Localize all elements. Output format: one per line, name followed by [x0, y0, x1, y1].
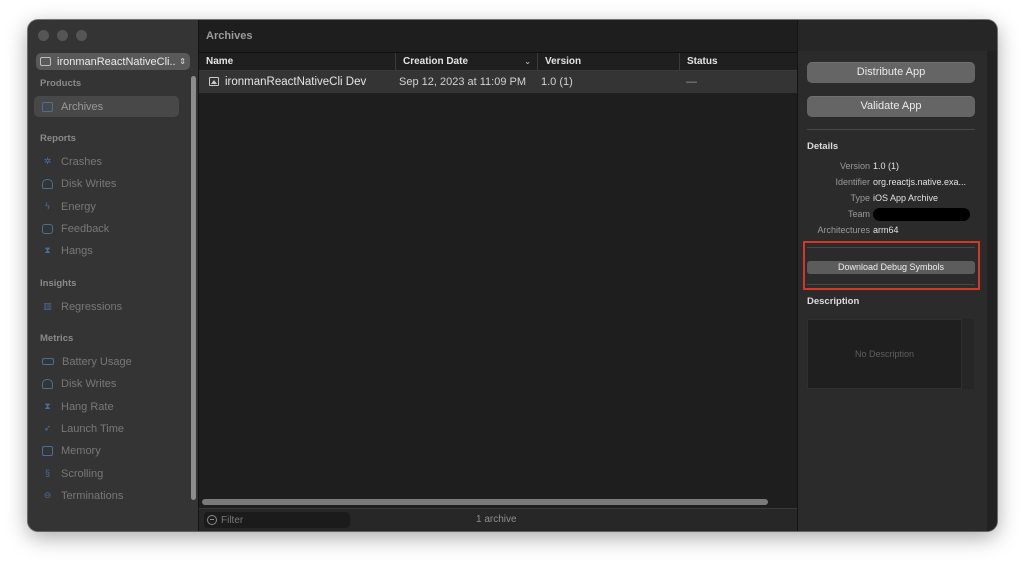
- hourglass-icon: ⧗: [44, 401, 51, 411]
- description-placeholder: No Description: [854, 349, 915, 359]
- description-heading: Description: [807, 296, 860, 307]
- column-header-version[interactable]: Version: [537, 53, 679, 71]
- close-window-button[interactable]: [38, 30, 49, 41]
- table-header: Name Creation Date ⌄ Version Status: [199, 52, 797, 71]
- detail-identifier: Identifier org.reactjs.native.exa...: [835, 177, 967, 187]
- sidebar-item-label: Terminations: [61, 489, 124, 502]
- distribute-app-button[interactable]: Distribute App: [807, 62, 975, 83]
- table-row[interactable]: ironmanReactNativeCli Dev Sep 12, 2023 a…: [199, 71, 797, 93]
- sidebar-scrollbar[interactable]: [191, 76, 196, 500]
- app-selector-popup[interactable]: ironmanReactNativeCli... ⇕: [36, 53, 190, 70]
- app-icon: [40, 57, 51, 66]
- sidebar-item-label: Disk Writes: [61, 377, 117, 390]
- sidebar-item-label: Regressions: [61, 300, 123, 313]
- sidebar-item-label: Hang Rate: [61, 400, 114, 413]
- sidebar-item-launch-time[interactable]: ➶ Launch Time: [34, 418, 179, 439]
- sidebar-item-label: Disk Writes: [61, 177, 117, 190]
- sidebar-item-terminations[interactable]: ⊖ Terminations: [34, 485, 179, 506]
- zoom-window-button[interactable]: [76, 30, 87, 41]
- scroll-icon: §: [44, 468, 50, 478]
- sidebar-item-regressions[interactable]: ▥ Regressions: [34, 296, 179, 317]
- sidebar-item-memory[interactable]: Memory: [34, 440, 179, 461]
- version-cell: 1.0 (1): [541, 76, 573, 88]
- column-header-creation-date[interactable]: Creation Date ⌄: [395, 53, 537, 71]
- archive-name-cell: ironmanReactNativeCli Dev: [209, 71, 366, 93]
- sidebar-item-feedback[interactable]: Feedback: [34, 218, 179, 239]
- sidebar-item-label: Battery Usage: [62, 355, 132, 368]
- inspector-toolbar: [798, 20, 997, 51]
- archive-count: 1 archive: [476, 514, 517, 525]
- bar-chart-icon: ▥: [43, 301, 52, 311]
- detail-team: Team: [798, 207, 988, 221]
- divider: [807, 129, 975, 130]
- minimize-window-button[interactable]: [57, 30, 68, 41]
- sidebar-item-hangs[interactable]: ⧗ Hangs: [34, 240, 179, 261]
- filter-field[interactable]: [204, 512, 350, 528]
- sidebar-item-disk-writes-metric[interactable]: Disk Writes: [34, 373, 179, 394]
- disk-icon: [42, 178, 53, 189]
- detail-architectures: Architectures arm64: [817, 225, 899, 235]
- sidebar-item-hang-rate[interactable]: ⧗ Hang Rate: [34, 396, 179, 417]
- memory-chip-icon: [42, 445, 53, 456]
- sidebar-item-label: Scrolling: [61, 467, 104, 480]
- section-metrics: Metrics: [40, 333, 74, 344]
- creation-date-cell: Sep 12, 2023 at 11:09 PM: [399, 76, 526, 88]
- sidebar-item-battery-usage[interactable]: Battery Usage: [34, 351, 179, 372]
- validate-app-button[interactable]: Validate App: [807, 96, 975, 117]
- sidebar-item-scrolling[interactable]: § Scrolling: [34, 463, 179, 484]
- archive-icon: [42, 101, 53, 112]
- archive-name: ironmanReactNativeCli Dev: [225, 76, 367, 88]
- sidebar-item-archives[interactable]: Archives: [34, 96, 179, 117]
- column-header-status[interactable]: Status: [679, 53, 797, 71]
- archive-image-icon: [209, 77, 219, 86]
- redacted-team-value: [873, 208, 970, 221]
- updown-chevron-icon: ⇕: [179, 57, 186, 66]
- archives-pane: Archives Name Creation Date ⌄ Version St…: [199, 20, 797, 531]
- sidebar-item-label: Memory: [61, 444, 101, 457]
- sidebar-item-energy[interactable]: ϟ Energy: [34, 196, 179, 217]
- details-heading: Details: [807, 141, 839, 152]
- sidebar-item-label: Archives: [61, 100, 104, 113]
- section-insights: Insights: [40, 278, 77, 289]
- description-field[interactable]: No Description: [807, 319, 962, 389]
- red-highlight-box: [803, 241, 980, 290]
- description-scrollbar[interactable]: [962, 319, 974, 389]
- inspector-pane: Distribute App Validate App Details Vers…: [797, 20, 997, 531]
- column-header-name[interactable]: Name: [199, 53, 395, 71]
- app-selector-label: ironmanReactNativeCli...: [57, 55, 176, 68]
- sidebar-item-label: Energy: [61, 200, 96, 213]
- section-products: Products: [40, 78, 82, 89]
- sidebar-item-crashes[interactable]: ✲ Crashes: [34, 151, 179, 172]
- sidebar-item-label: Crashes: [61, 155, 102, 168]
- terminations-icon: ⊖: [43, 490, 52, 500]
- sidebar-item-label: Hangs: [61, 244, 93, 257]
- window-controls: [38, 30, 87, 41]
- sidebar-item-label: Launch Time: [61, 422, 124, 435]
- detail-type: Type iOS App Archive: [850, 193, 939, 203]
- filter-icon: [207, 515, 217, 525]
- organizer-window: ironmanReactNativeCli... ⇕ Products Arch…: [28, 20, 997, 531]
- battery-icon: [42, 358, 54, 365]
- filter-input[interactable]: [221, 514, 341, 526]
- hourglass-icon: ⧗: [44, 245, 51, 255]
- page-title: Archives: [206, 30, 253, 42]
- horizontal-scrollbar[interactable]: [202, 499, 768, 505]
- feedback-bubble-icon: [42, 223, 53, 234]
- detail-version: Version 1.0 (1): [839, 161, 900, 171]
- status-cell: —: [686, 76, 697, 88]
- sort-chevron-down-icon: ⌄: [524, 57, 531, 66]
- disk-icon: [42, 378, 53, 389]
- section-reports: Reports: [40, 133, 76, 144]
- sidebar: ironmanReactNativeCli... ⇕ Products Arch…: [28, 20, 199, 531]
- bolt-icon: ϟ: [45, 201, 50, 211]
- sidebar-item-label: Feedback: [61, 222, 110, 235]
- inspector-scroll-track[interactable]: [987, 51, 997, 531]
- sidebar-item-disk-writes[interactable]: Disk Writes: [34, 173, 179, 194]
- crash-icon: ✲: [43, 156, 52, 166]
- rocket-icon: ➶: [43, 423, 52, 433]
- footer-bar: 1 archive: [199, 508, 797, 531]
